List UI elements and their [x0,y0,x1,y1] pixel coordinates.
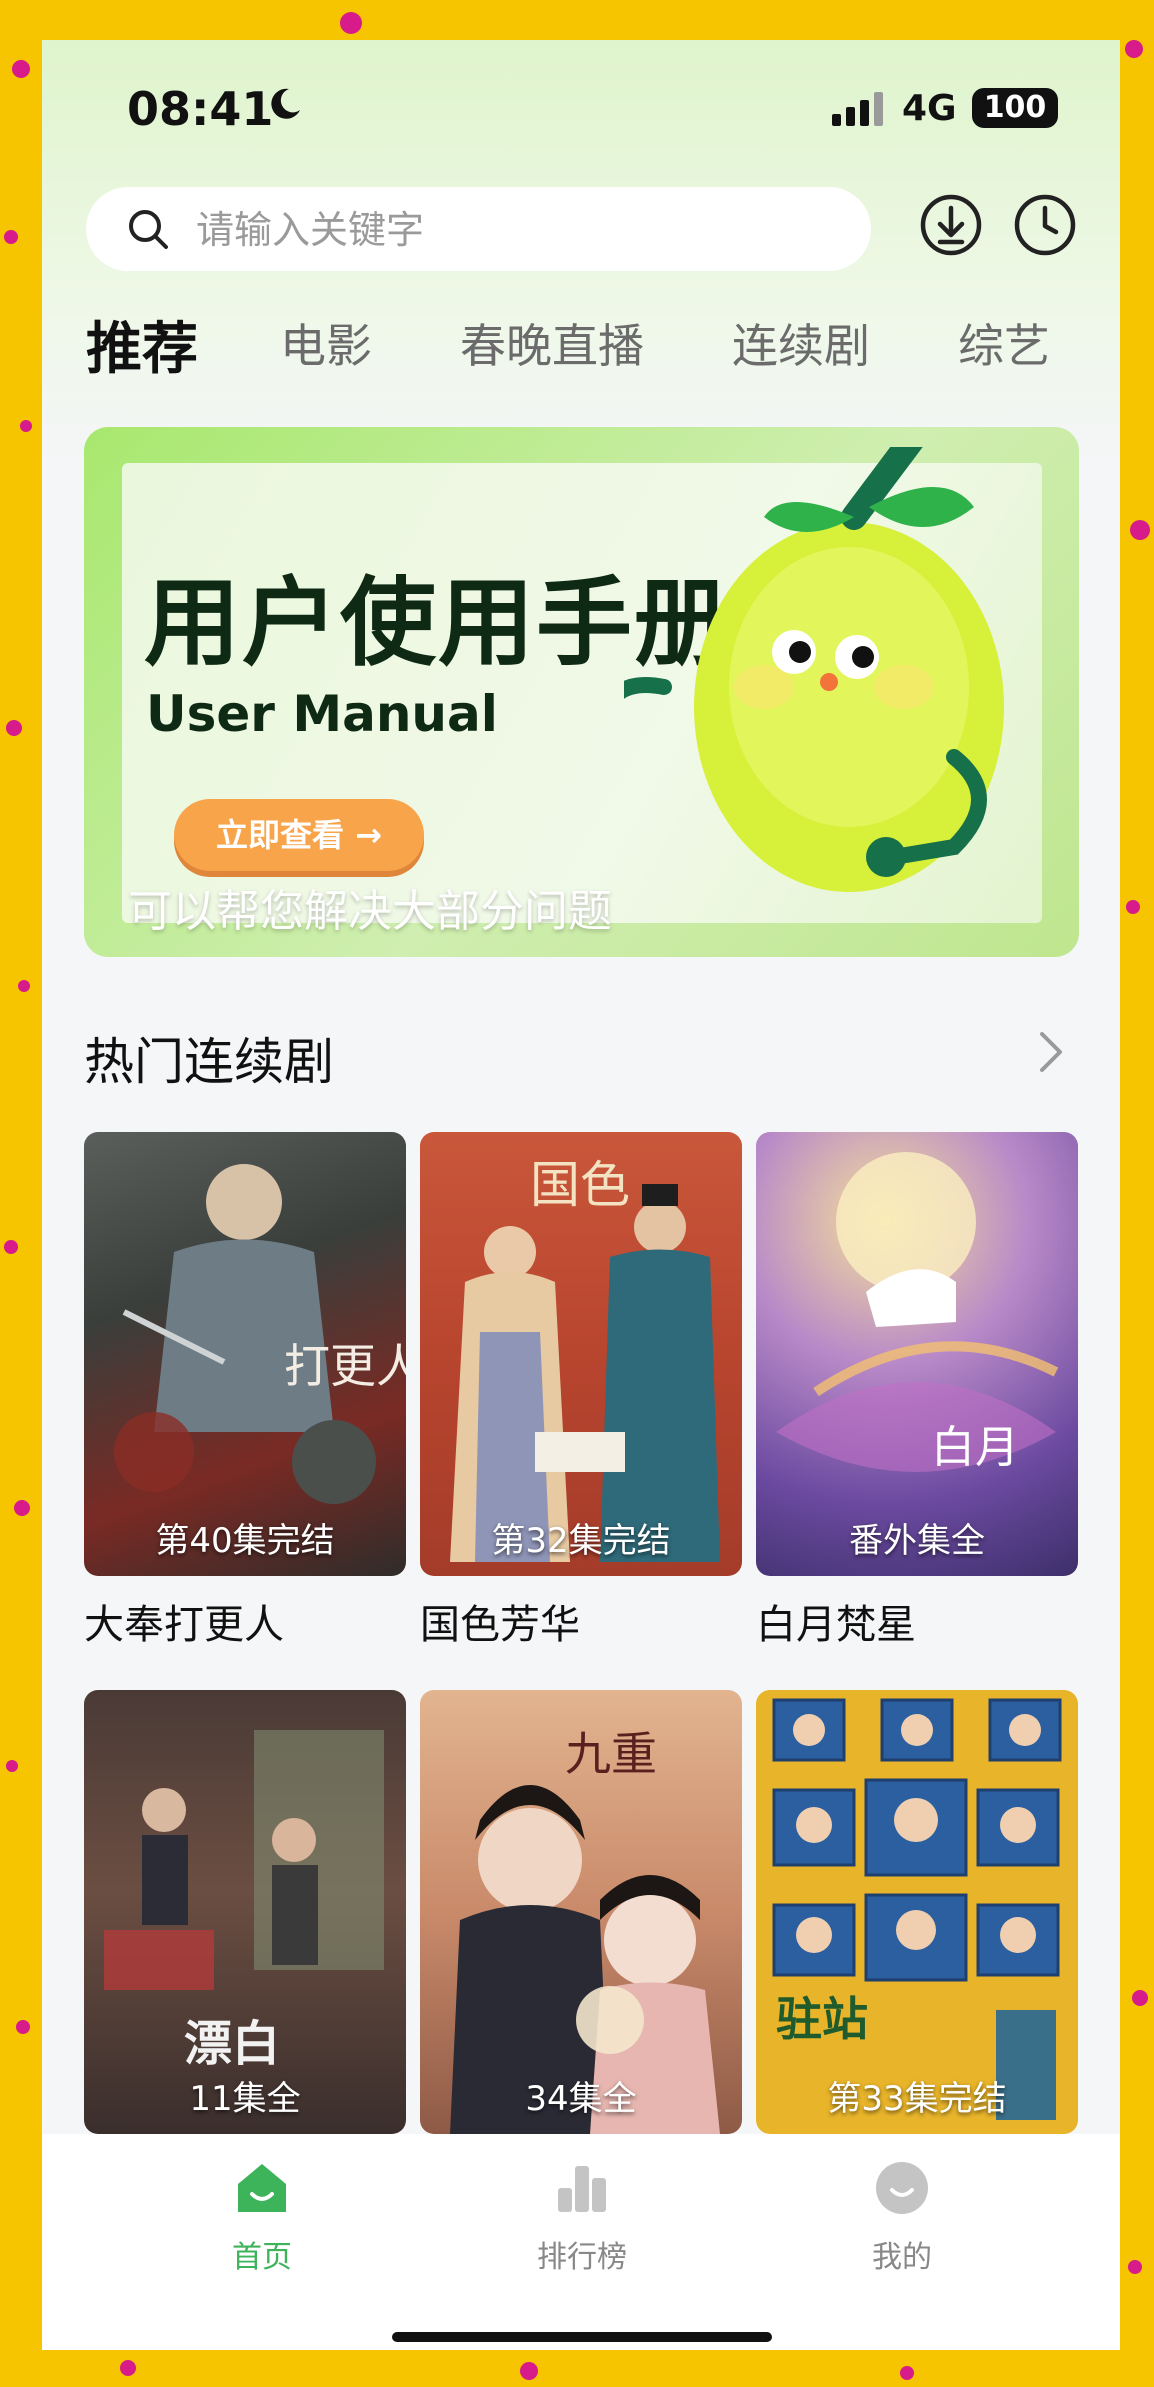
episode-badge: 34集全 [525,2079,637,2119]
show-card[interactable]: 驻站 第33集完结 [756,1690,1078,2134]
show-poster[interactable]: 打更人 第40集完结 [84,1132,406,1576]
lemon-mascot-icon [624,447,1004,892]
search-input[interactable] [194,201,838,259]
show-poster[interactable]: 九重 34集全 [420,1690,742,2134]
svg-text:漂白: 漂白 [184,2016,280,2072]
tab-spring-gala-live[interactable]: 春晚直播 [460,310,644,376]
signal-icon [832,92,883,126]
show-card[interactable]: 国色 第32集完结 国色芳华 [420,1132,742,1650]
nav-label: 我的 [872,2240,932,2275]
search-bar[interactable] [86,187,871,271]
search-icon [129,210,168,249]
episode-badge: 第33集完结 [827,2079,1007,2119]
tab-movies[interactable]: 电影 [280,310,372,376]
svg-text:白月: 白月 [931,1422,1019,1473]
nav-label: 排行榜 [537,2240,627,2275]
episode-badge: 第40集完结 [155,1521,335,1561]
home-icon [238,2164,286,2212]
section-title: 热门连续剧 [84,1033,334,1091]
profile-icon [876,2162,928,2214]
show-card[interactable]: 九重 34集全 [420,1690,742,2134]
nav-profile[interactable]: 我的 [812,2160,992,2276]
show-title[interactable]: 国色芳华 [420,1592,742,1650]
show-poster[interactable]: 驻站 第33集完结 [756,1690,1078,2134]
show-card[interactable]: 打更人 第40集完结 大奉打更人 [84,1132,406,1650]
show-title[interactable]: 大奉打更人 [84,1592,406,1650]
moon-icon [271,88,300,119]
nav-home[interactable]: 首页 [172,2160,352,2276]
banner-subtitle: User Manual [146,685,498,743]
status-time: 08:41 [127,82,274,136]
episode-badge: 番外集全 [849,1521,985,1561]
battery-indicator: 100 [972,88,1058,128]
home-indicator [392,2332,772,2342]
show-card[interactable]: 白月 番外集全 白月梵星 [756,1132,1078,1650]
category-tabs: 推荐 电影 春晚直播 连续剧 综艺 [42,310,1120,390]
view-now-button[interactable]: 立即查看 → [174,799,424,871]
tab-variety[interactable]: 综艺 [958,310,1050,376]
status-bar: 08:41 4G 100 [42,40,1120,180]
nav-label: 首页 [232,2240,292,2275]
nav-ranking[interactable]: 排行榜 [492,2160,672,2276]
show-title[interactable]: 白月梵星 [756,1592,1078,1650]
show-poster[interactable]: 国色 第32集完结 [420,1132,742,1576]
promo-banner[interactable]: 用户使用手册 User Manual 立即查看 → 可以帮您解决大部分问题 [84,427,1079,957]
app-screen: 08:41 4G 100 推荐 电影 春晚直播 连续剧 综艺 [42,40,1120,2350]
tab-recommend[interactable]: 推荐 [86,304,198,385]
download-icon[interactable] [918,192,984,258]
bar-chart-icon [558,2166,606,2212]
svg-text:驻站: 驻站 [776,1992,868,2046]
episode-badge: 11集全 [189,2079,301,2119]
show-poster[interactable]: 漂白 11集全 [84,1690,406,2134]
history-clock-icon[interactable] [1012,192,1078,258]
network-type: 4G [902,88,957,129]
svg-text:九重: 九重 [565,1727,657,1781]
tab-tv-series[interactable]: 连续剧 [732,310,870,376]
show-poster[interactable]: 白月 番外集全 [756,1132,1078,1576]
banner-caption: 可以帮您解决大部分问题 [128,886,612,937]
svg-text:打更人: 打更人 [284,1339,406,1393]
show-card[interactable]: 漂白 11集全 [84,1690,406,2134]
bottom-navigation: 首页 排行榜 我的 [42,2134,1120,2350]
chevron-right-icon[interactable] [1032,1028,1072,1076]
episode-badge: 第32集完结 [491,1521,671,1561]
svg-text:国色: 国色 [530,1156,630,1214]
